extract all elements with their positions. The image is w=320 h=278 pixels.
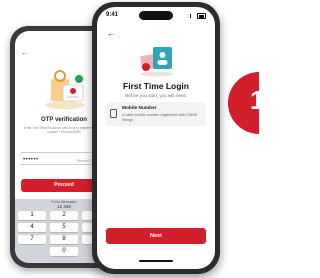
requirement-card: Mobile Number A valid mobile number regi… xyxy=(106,102,206,126)
next-button[interactable]: Next xyxy=(106,228,206,244)
phone-login: 9:41 ← First Time Login Before you start… xyxy=(92,2,220,274)
back-arrow-icon[interactable]: ← xyxy=(21,50,28,57)
dynamic-island xyxy=(139,11,173,20)
requirement-title: Mobile Number xyxy=(122,106,157,111)
status-time: 9:41 xyxy=(106,12,119,18)
home-indicator xyxy=(139,260,173,262)
otp-lock-icon xyxy=(45,70,85,109)
mobile-icon xyxy=(110,109,117,118)
step-badge: 1 xyxy=(228,72,259,134)
back-arrow-icon[interactable]: ← xyxy=(107,29,115,38)
step-number: 1 xyxy=(250,85,259,115)
login-illustration-icon xyxy=(140,47,173,77)
page-subtitle: Before you start, you will need: xyxy=(125,93,187,98)
battery-icon xyxy=(190,13,206,19)
page-title: First Time Login xyxy=(123,81,189,91)
requirement-text: A valid mobile number registered with CS… xyxy=(122,113,198,122)
key-5[interactable]: 5 xyxy=(50,223,78,232)
key-1[interactable]: 1 xyxy=(18,211,46,220)
key-2[interactable]: 2 xyxy=(50,211,78,220)
key-7[interactable]: 7 xyxy=(18,235,46,244)
key-4[interactable]: 4 xyxy=(18,223,46,232)
key-0[interactable]: 0 xyxy=(50,247,78,256)
screenshot-scene: 1 ← OTP verification Enter One-Time Pass… xyxy=(0,0,259,278)
login-screen: 9:41 ← First Time Login Before you start… xyxy=(97,7,215,269)
key-8[interactable]: 8 xyxy=(50,235,78,244)
otp-value: •••••• xyxy=(23,157,39,163)
